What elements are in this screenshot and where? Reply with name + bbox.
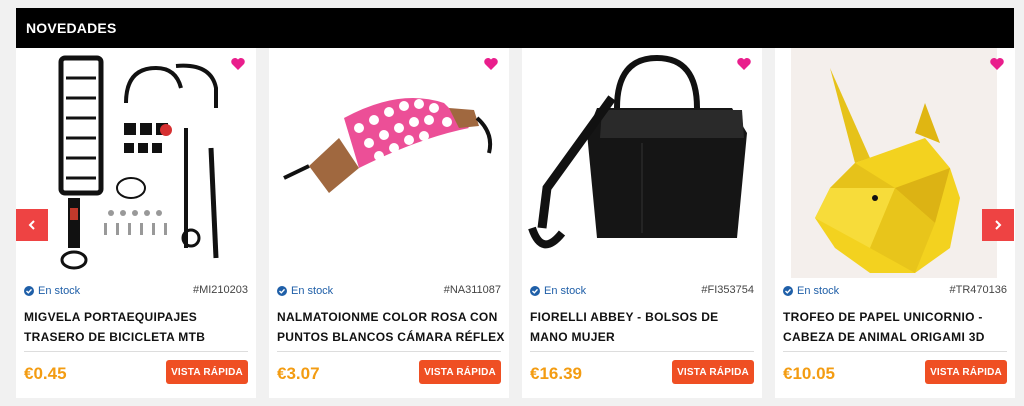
chevron-right-icon <box>995 220 1002 230</box>
divider <box>24 351 248 352</box>
product-card[interactable]: En stock #FI353754 FIORELLI ABBEY - BOLS… <box>522 48 762 398</box>
check-circle-icon <box>24 286 34 296</box>
product-image[interactable] <box>522 48 762 278</box>
product-card[interactable]: En stock #TR470136 TROFEO DE PAPEL UNICO… <box>775 48 1015 398</box>
divider <box>530 351 754 352</box>
stock-status: En stock <box>530 284 586 298</box>
product-title[interactable]: TROFEO DE PAPEL UNICORNIO - CABEZA DE AN… <box>783 307 1011 347</box>
heart-icon[interactable] <box>230 56 246 72</box>
quick-view-button[interactable]: VISTA RÁPIDA <box>419 360 501 384</box>
chevron-left-icon <box>28 220 35 230</box>
check-circle-icon <box>530 286 540 296</box>
heart-icon[interactable] <box>483 56 499 72</box>
stock-label: En stock <box>544 285 587 297</box>
product-price: €3.07 <box>277 364 320 383</box>
stock-status: En stock <box>24 284 80 298</box>
stock-status: En stock <box>783 284 839 298</box>
product-image[interactable] <box>775 48 1015 278</box>
section-header: NOVEDADES <box>16 8 1014 48</box>
product-title[interactable]: NALMATOIONME COLOR ROSA CON PUNTOS BLANC… <box>277 307 505 347</box>
stock-label: En stock <box>38 285 81 297</box>
handbag-image <box>528 54 747 249</box>
unicorn-trophy-image <box>791 48 997 278</box>
stock-label: En stock <box>291 285 334 297</box>
product-sku: #NA311087 <box>443 284 501 296</box>
quick-view-button[interactable]: VISTA RÁPIDA <box>166 360 248 384</box>
product-card[interactable]: En stock #MI210203 MIGVELA PORTAEQUIPAJE… <box>16 48 256 398</box>
product-sku: #TR470136 <box>949 284 1008 296</box>
product-title[interactable]: FIORELLI ABBEY - BOLSOS DE MANO MUJER <box>530 307 758 347</box>
heart-icon[interactable] <box>736 56 752 72</box>
product-sku: #FI353754 <box>701 284 754 296</box>
product-price: €10.05 <box>783 364 835 383</box>
check-circle-icon <box>277 286 287 296</box>
product-image[interactable] <box>269 48 509 278</box>
quick-view-button[interactable]: VISTA RÁPIDA <box>925 360 1007 384</box>
bike-rack-image <box>58 55 219 270</box>
divider <box>783 351 1007 352</box>
product-image[interactable] <box>16 48 256 278</box>
novedades-section: NOVEDADES En stock #MI210203 MIGVELA POR… <box>16 8 1015 398</box>
carousel-prev-button[interactable] <box>16 209 48 241</box>
product-price: €0.45 <box>24 364 67 383</box>
product-card[interactable]: En stock #NA311087 NALMATOIONME COLOR RO… <box>269 48 509 398</box>
check-circle-icon <box>783 286 793 296</box>
heart-icon[interactable] <box>989 56 1005 72</box>
carousel-next-button[interactable] <box>982 209 1014 241</box>
divider <box>277 351 501 352</box>
section-title: NOVEDADES <box>26 20 117 36</box>
quick-view-button[interactable]: VISTA RÁPIDA <box>672 360 754 384</box>
product-title[interactable]: MIGVELA PORTAEQUIPAJES TRASERO DE BICICL… <box>24 307 252 347</box>
stock-status: En stock <box>277 284 333 298</box>
product-price: €16.39 <box>530 364 582 383</box>
stock-label: En stock <box>797 285 840 297</box>
camera-strap-image <box>283 98 493 193</box>
product-sku: #MI210203 <box>192 284 248 296</box>
